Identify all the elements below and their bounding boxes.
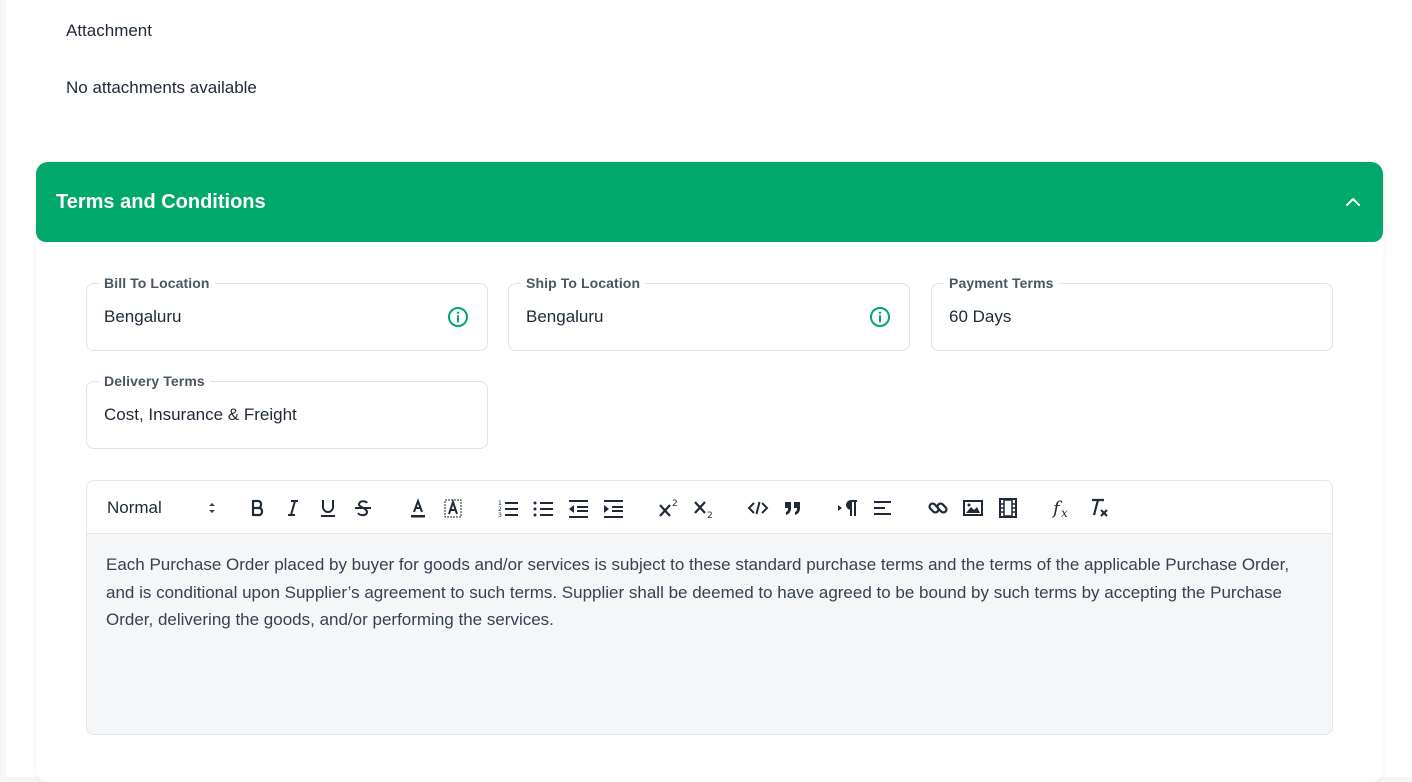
code-block-icon (747, 501, 769, 515)
chevron-up-icon[interactable] (1343, 192, 1363, 212)
link-icon (928, 502, 948, 514)
bold-icon (251, 499, 264, 517)
indent-icon (604, 500, 623, 518)
code-block-button[interactable] (747, 495, 769, 521)
delivery-terms-value: Cost, Insurance & Freight (104, 405, 297, 424)
editor-content[interactable]: Each Purchase Order placed by buyer for … (106, 551, 1316, 634)
superscript-icon: 2 (659, 499, 678, 517)
image-icon (963, 500, 983, 516)
superscript-button[interactable]: 2 (657, 495, 681, 521)
outdent-icon (569, 500, 588, 518)
subscript-icon: 2 (694, 501, 713, 519)
subscript-button[interactable]: 2 (692, 495, 716, 521)
video-icon (999, 498, 1017, 518)
editor-toolbar: Normal 1 2 3 2 2 f x (87, 481, 1332, 534)
blockquote-icon (785, 502, 800, 515)
underline-button[interactable] (317, 495, 339, 521)
svg-text:3: 3 (498, 512, 502, 519)
formula-button[interactable]: fx (1052, 495, 1076, 521)
indent-button[interactable] (602, 495, 624, 521)
strike-button[interactable] (352, 495, 374, 521)
terms-title: Terms and Conditions (56, 190, 266, 213)
background-color-button[interactable] (442, 495, 464, 521)
align-icon (874, 501, 891, 515)
blockquote-button[interactable] (782, 495, 804, 521)
attachment-empty-text: No attachments available (66, 78, 257, 97)
background-color-icon (444, 498, 462, 518)
ship-to-location-label: Ship To Location (521, 275, 646, 291)
sort-icon (209, 503, 215, 513)
format-select[interactable]: Normal (107, 495, 217, 521)
align-button[interactable] (872, 495, 894, 521)
svg-text:2: 2 (707, 511, 713, 519)
text-color-button[interactable] (407, 495, 429, 521)
ordered-list-button[interactable]: 123 (497, 495, 519, 521)
payment-terms-value: 60 Days (949, 307, 1012, 326)
link-button[interactable] (927, 495, 949, 521)
strike-icon (355, 500, 371, 517)
bold-button[interactable] (247, 495, 269, 521)
bill-to-location-field[interactable]: Bill To Location Bengaluru (86, 275, 488, 351)
payment-terms-field[interactable]: Payment Terms 60 Days (931, 275, 1333, 351)
video-button[interactable] (997, 495, 1019, 521)
terms-header[interactable]: Terms and Conditions (36, 162, 1383, 242)
terms-card: Terms and Conditions Bill To Location Be… (36, 162, 1383, 782)
bill-to-location-label: Bill To Location (99, 275, 215, 291)
info-icon[interactable] (869, 306, 891, 328)
underline-icon (321, 500, 335, 517)
delivery-terms-field[interactable]: Delivery Terms Cost, Insurance & Freight (86, 373, 488, 449)
italic-button[interactable] (282, 495, 304, 521)
text-direction-icon (838, 500, 857, 516)
svg-text:2: 2 (672, 499, 678, 509)
bullet-list-icon (533, 501, 553, 517)
ship-to-location-value: Bengaluru (526, 307, 604, 326)
terms-editor: Normal 1 2 3 2 2 f x Each Purchase Order… (86, 480, 1333, 735)
image-button[interactable] (962, 495, 984, 521)
ordered-list-icon: 123 (498, 500, 518, 519)
info-icon[interactable] (447, 306, 469, 328)
payment-terms-label: Payment Terms (944, 275, 1059, 291)
format-select-value: Normal (107, 498, 162, 517)
page: Attachment No attachments available Term… (6, 0, 1412, 782)
text-direction-button[interactable] (837, 495, 859, 521)
outdent-button[interactable] (567, 495, 589, 521)
text-color-icon (411, 498, 425, 518)
ship-to-location-field[interactable]: Ship To Location Bengaluru (508, 275, 910, 351)
attachment-title: Attachment (66, 21, 152, 40)
italic-icon (288, 500, 298, 516)
clear-format-button[interactable] (1087, 495, 1111, 521)
clear-format-icon (1092, 498, 1108, 517)
delivery-terms-label: Delivery Terms (99, 373, 210, 389)
formula-icon: fx (1052, 498, 1068, 519)
svg-text:x: x (1061, 506, 1068, 519)
bill-to-location-value: Bengaluru (104, 307, 182, 326)
bullet-list-button[interactable] (532, 495, 554, 521)
